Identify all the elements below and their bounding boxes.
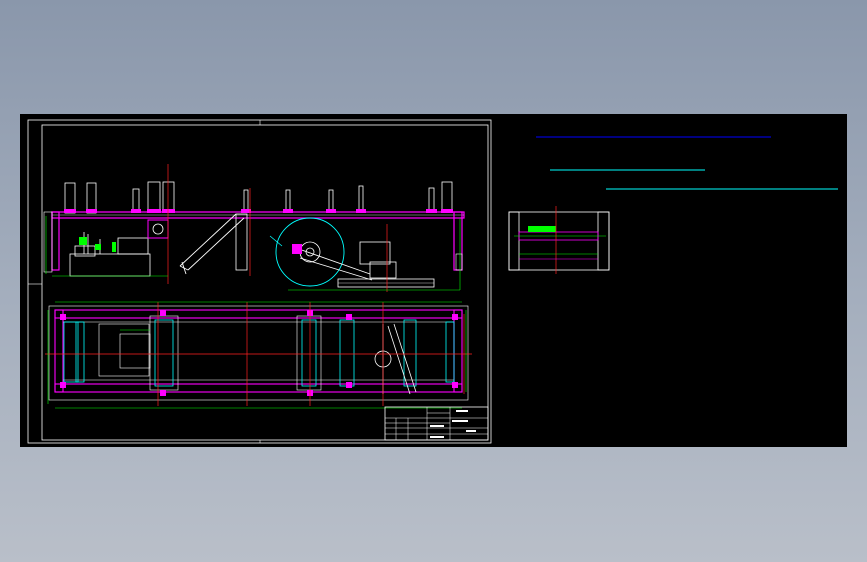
front-elevation-view [43,164,465,292]
sheet-border [27,119,492,444]
centerlines-upper [167,164,388,292]
detail-view [508,206,610,274]
frame-columns [51,211,463,271]
bearing-blocks [60,310,458,396]
cad-drawing-canvas[interactable] [20,114,847,447]
annotation-leaders [536,136,838,190]
plan-view [45,301,472,409]
diagonal-brace [179,213,245,275]
title-block [384,406,489,441]
rail-posts [64,181,453,214]
cad-viewport[interactable] [20,114,847,447]
